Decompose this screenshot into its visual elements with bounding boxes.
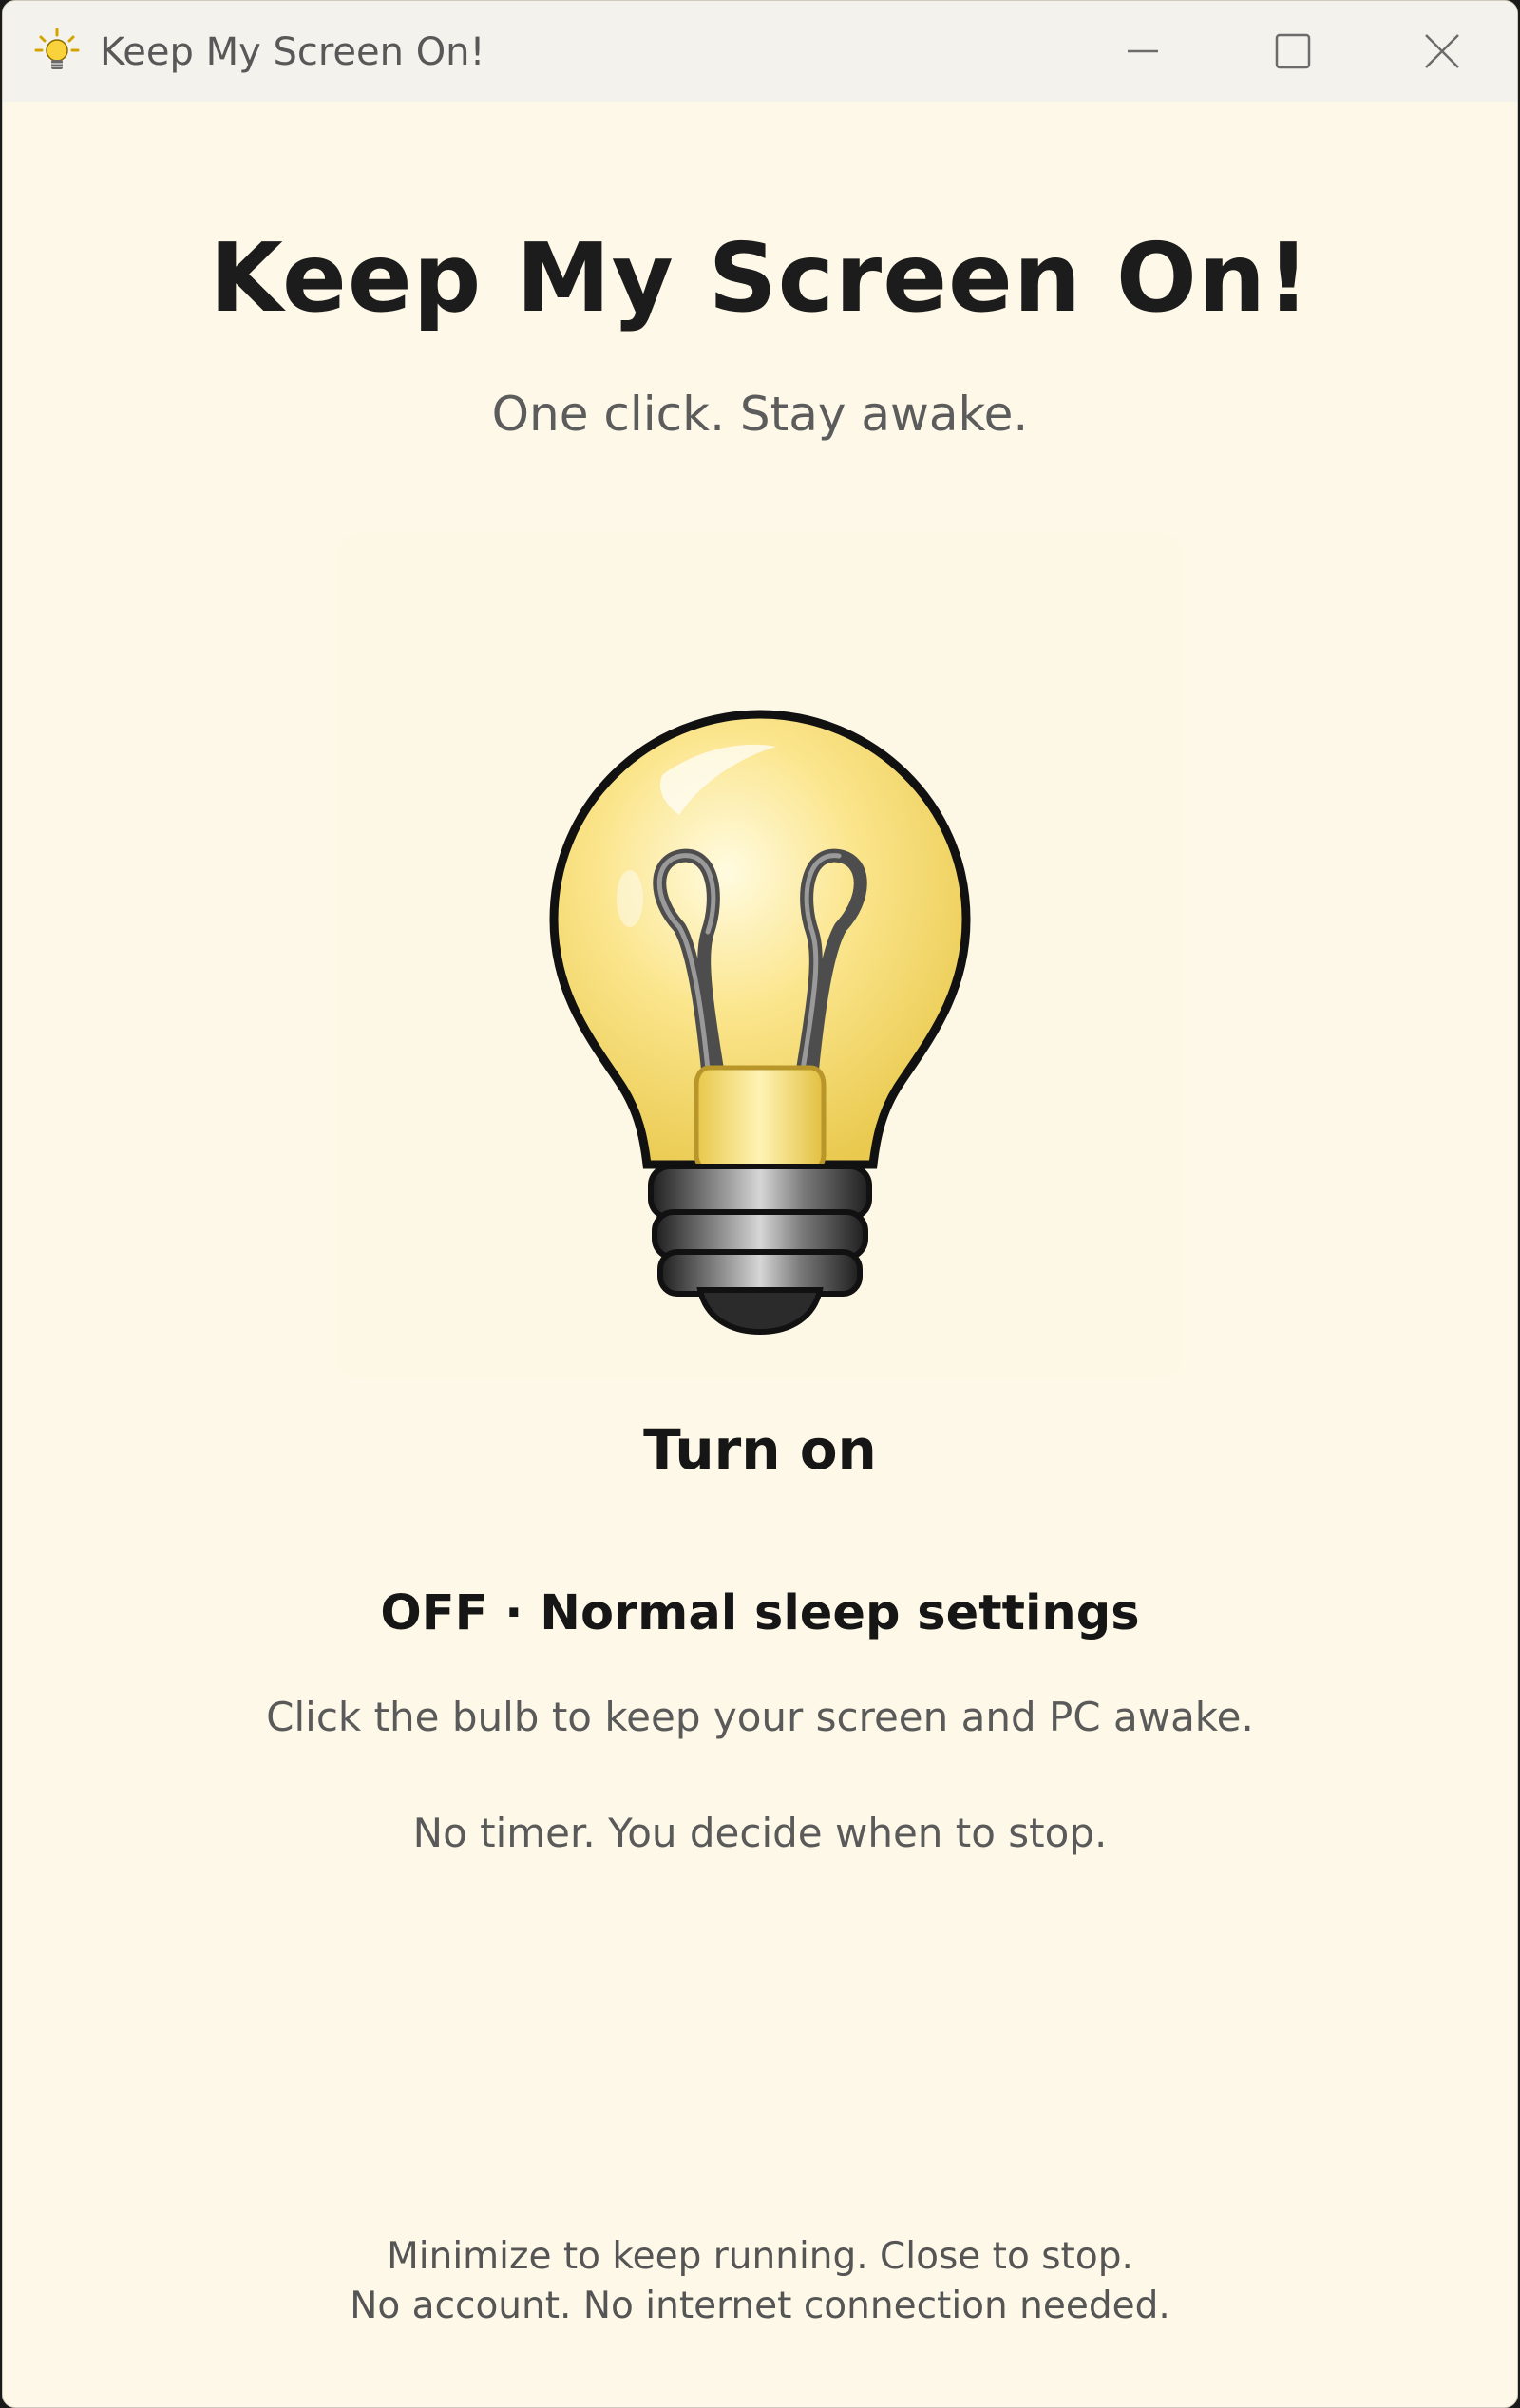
maximize-icon [1275,33,1311,69]
footer-note: Minimize to keep running. Close to stop. [387,2235,1133,2278]
lightbulb-icon [549,710,971,1336]
footer-note: No account. No internet connection neede… [350,2285,1170,2327]
close-icon [1425,34,1459,68]
maximize-button[interactable] [1222,1,1364,102]
lightbulb-icon [34,28,80,69]
minimize-icon [1128,49,1158,53]
description-line: No timer. You decide when to stop. [412,1810,1108,1856]
title-bar[interactable]: Keep My Screen On! [3,1,1517,102]
close-button[interactable] [1371,1,1513,102]
app-window: Keep My Screen On! Keep My Screen On! On… [2,0,1518,2408]
status-text: OFF · Normal sleep settings [380,1585,1140,1641]
window-title: Keep My Screen On! [100,30,485,74]
minimize-button[interactable] [1072,1,1214,102]
turn-on-label[interactable]: Turn on [3,1416,1517,1483]
description-line: Click the bulb to keep your screen and P… [266,1694,1254,1740]
tagline: One click. Stay awake. [491,387,1029,442]
bulb-toggle-button[interactable] [337,533,1183,1378]
app-heading: Keep My Screen On! [209,222,1311,333]
